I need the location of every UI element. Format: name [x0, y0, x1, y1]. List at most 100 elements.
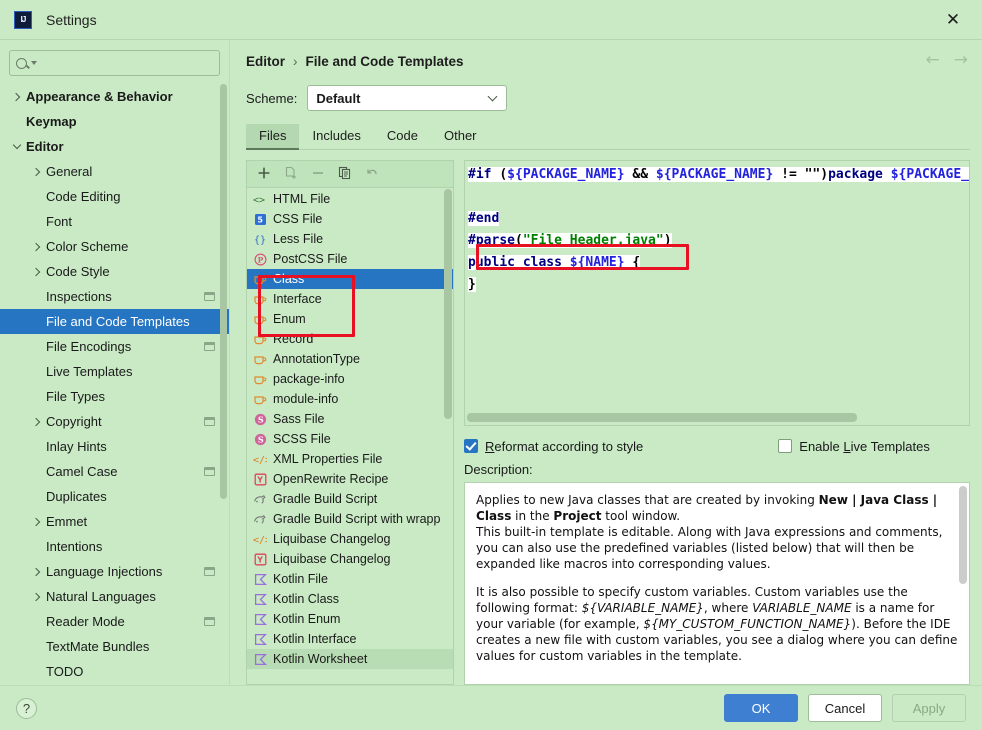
template-list-item[interactable]: 5CSS File [247, 209, 453, 229]
sidebar-item-todo[interactable]: TODO [0, 659, 229, 684]
code-line[interactable]: } [468, 274, 969, 296]
sidebar-item-emmet[interactable]: Emmet [0, 509, 229, 534]
tab-other[interactable]: Other [431, 124, 490, 149]
arrow-left-icon[interactable]: ← [926, 52, 940, 69]
chevron-right-icon[interactable] [28, 269, 46, 275]
template-list-item[interactable]: PPostCSS File [247, 249, 453, 269]
sidebar-item-color-scheme[interactable]: Color Scheme [0, 234, 229, 259]
cancel-button[interactable]: Cancel [808, 694, 882, 722]
arrow-right-icon[interactable]: → [954, 52, 968, 69]
template-list-item[interactable]: Class [247, 269, 453, 289]
template-list-item[interactable]: SSCSS File [247, 429, 453, 449]
code-line[interactable] [468, 186, 969, 208]
chevron-down-icon [488, 92, 498, 102]
template-list-item[interactable]: Interface [247, 289, 453, 309]
duplicate-template-button[interactable] [333, 163, 357, 185]
template-list-item[interactable]: SSass File [247, 409, 453, 429]
code-line[interactable]: #parse("File Header.java") [468, 230, 969, 252]
chevron-right-icon[interactable] [28, 244, 46, 250]
sidebar-item-appearance-behavior[interactable]: Appearance & Behavior [0, 84, 229, 109]
sidebar-item-general[interactable]: General [0, 159, 229, 184]
ok-button[interactable]: OK [724, 694, 798, 722]
sidebar-item-natural-languages[interactable]: Natural Languages [0, 584, 229, 609]
chevron-glyph [32, 242, 40, 250]
chevron-right-icon[interactable] [28, 419, 46, 425]
description-scrollbar[interactable] [959, 486, 967, 681]
sidebar-item-font[interactable]: Font [0, 209, 229, 234]
chevron-right-icon[interactable] [28, 519, 46, 525]
breadcrumb-parent[interactable]: Editor [246, 54, 285, 69]
sidebar-item-keymap[interactable]: Keymap [0, 109, 229, 134]
sidebar-item-editor[interactable]: Editor [0, 134, 229, 159]
help-icon[interactable]: ? [16, 698, 37, 719]
sidebar-item-camel-case[interactable]: Camel Case [0, 459, 229, 484]
template-list-item[interactable]: Enum [247, 309, 453, 329]
reformat-checkbox[interactable]: Reformat according to style [464, 439, 643, 454]
sidebar-item-reader-mode[interactable]: Reader Mode [0, 609, 229, 634]
templates-scrollbar-thumb[interactable] [444, 189, 452, 419]
template-list-item[interactable]: module-info [247, 389, 453, 409]
template-list-item[interactable]: Kotlin Enum [247, 609, 453, 629]
scheme-label: Scheme: [246, 91, 297, 106]
template-list-item[interactable]: </>Liquibase Changelog [247, 529, 453, 549]
templates-scrollbar[interactable] [444, 189, 452, 683]
code-line[interactable]: #if (${PACKAGE_NAME} && ${PACKAGE_NAME} … [468, 164, 969, 186]
template-list-item[interactable]: <>HTML File [247, 189, 453, 209]
sidebar-item-code-style[interactable]: Code Style [0, 259, 229, 284]
template-list-item[interactable]: Gradle Build Script [247, 489, 453, 509]
tab-code[interactable]: Code [374, 124, 431, 149]
sidebar-scrollbar[interactable] [220, 84, 227, 584]
sidebar-item-file-encodings[interactable]: File Encodings [0, 334, 229, 359]
template-list-item[interactable]: YLiquibase Changelog [247, 549, 453, 569]
add-template-button[interactable] [252, 163, 276, 185]
template-list-item[interactable]: Kotlin Worksheet [247, 649, 453, 669]
template-list-item[interactable]: package-info [247, 369, 453, 389]
sidebar-item-inspections[interactable]: Inspections [0, 284, 229, 309]
search-dropdown-caret-icon[interactable] [31, 61, 37, 65]
intellij-idea-logo-icon: IJ [14, 11, 32, 29]
chevron-right-icon[interactable] [8, 94, 26, 100]
sidebar-item-textmate-bundles[interactable]: TextMate Bundles [0, 634, 229, 659]
template-list-item[interactable]: Kotlin Interface [247, 629, 453, 649]
template-list-item[interactable]: AnnotationType [247, 349, 453, 369]
code-hscrollbar-thumb[interactable] [467, 413, 857, 422]
sidebar-item-live-templates[interactable]: Live Templates [0, 359, 229, 384]
template-list-item[interactable]: YOpenRewrite Recipe [247, 469, 453, 489]
sidebar-item-code-editing[interactable]: Code Editing [0, 184, 229, 209]
enable-live-templates-checkbox[interactable]: Enable Live Templates [778, 439, 930, 454]
sidebar-item-copyright[interactable]: Copyright [0, 409, 229, 434]
code-token: ${PACKAGE_NAME} [507, 167, 624, 182]
chevron-right-icon[interactable] [28, 569, 46, 575]
description-scrollbar-thumb[interactable] [959, 486, 967, 584]
template-list-item[interactable]: {}Less File [247, 229, 453, 249]
template-list-item[interactable]: Record [247, 329, 453, 349]
template-list-item[interactable]: Gradle Build Script with wrapp [247, 509, 453, 529]
code-hscrollbar[interactable] [467, 412, 967, 423]
sidebar-item-file-and-code-templates[interactable]: File and Code Templates [0, 309, 229, 334]
code-line[interactable]: public class ${NAME} { [468, 252, 969, 274]
template-list-item[interactable]: Kotlin Class [247, 589, 453, 609]
tab-files[interactable]: Files [246, 124, 299, 149]
search-box[interactable] [9, 50, 220, 76]
svg-text:</>: </> [253, 455, 267, 466]
scheme-select[interactable]: Default [307, 85, 507, 111]
code-content[interactable]: #if (${PACKAGE_NAME} && ${PACKAGE_NAME} … [468, 164, 969, 296]
tab-includes[interactable]: Includes [299, 124, 373, 149]
template-list-item[interactable]: </>XML Properties File [247, 449, 453, 469]
sidebar-item-intentions[interactable]: Intentions [0, 534, 229, 559]
sidebar-item-duplicates[interactable]: Duplicates [0, 484, 229, 509]
chevron-down-icon[interactable] [8, 145, 26, 148]
search-input[interactable] [43, 55, 213, 71]
sidebar-scrollbar-thumb[interactable] [220, 84, 227, 499]
template-list-item[interactable]: Kotlin File [247, 569, 453, 589]
template-list-item-label: Sass File [273, 412, 324, 426]
code-line[interactable]: #end [468, 208, 969, 230]
sidebar-item-language-injections[interactable]: Language Injections [0, 559, 229, 584]
sidebar-item-file-types[interactable]: File Types [0, 384, 229, 409]
chevron-right-icon[interactable] [28, 169, 46, 175]
sidebar-item-inlay-hints[interactable]: Inlay Hints [0, 434, 229, 459]
chevron-right-icon[interactable] [28, 594, 46, 600]
close-icon[interactable]: ✕ [932, 1, 974, 39]
java-icon [252, 273, 268, 286]
template-code-editor[interactable]: #if (${PACKAGE_NAME} && ${PACKAGE_NAME} … [464, 160, 970, 426]
